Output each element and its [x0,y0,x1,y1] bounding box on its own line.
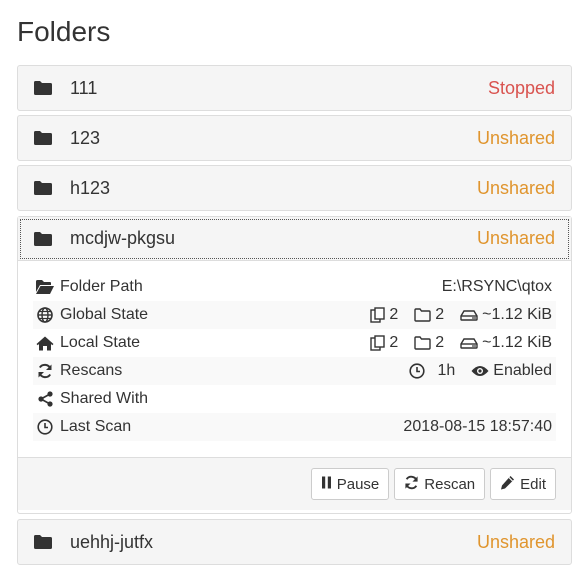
folder-status: Unshared [476,228,555,248]
folder-header[interactable]: 123 Unshared [18,116,571,160]
folder-item-h123[interactable]: h123 Unshared [17,165,572,211]
local-files-count: 2 [389,334,399,351]
detail-label: Last Scan [60,418,132,435]
global-size: ~1.12 KiB [482,306,552,323]
folder-icon [34,231,54,247]
global-files-count: 2 [389,306,399,323]
rescan-label: Rescan [424,475,476,493]
detail-row-rescans: Rescans 1h Enabled [33,357,556,385]
detail-label: Rescans [60,362,123,379]
folder-path-value: E:\RSYNC\qtox [441,278,552,295]
eye-icon [471,365,489,377]
global-dirs-count: 2 [435,306,445,323]
folder-header[interactable]: 111 Stopped [18,66,571,110]
folder-name: mcdjw-pkgsu [70,228,176,248]
pause-icon [321,476,332,493]
folder-actions: Pause Rescan Edit [18,457,571,510]
edit-button[interactable]: Edit [490,468,556,500]
local-size: ~1.12 KiB [482,334,552,351]
detail-label: Folder Path [60,278,143,295]
folder-details: Folder Path E:\RSYNC\qtox Global State 2 [18,261,571,441]
folder-name: 123 [70,127,101,148]
clock-icon [409,363,426,379]
folder-outline-icon [414,336,431,350]
detail-label: Shared With [60,390,149,407]
folder-icon [34,180,54,196]
folder-name: 111 [70,77,98,98]
pause-button[interactable]: Pause [310,468,390,500]
folder-status: Unshared [476,127,555,148]
files-icon [370,335,386,351]
folder-status: Unshared [476,531,555,552]
folder-name: uehhj-jutfx [70,531,154,552]
folder-item-mcdjw-pkgsu[interactable]: mcdjw-pkgsu Unshared Folder Path E:\RSYN… [17,216,572,514]
edit-label: Edit [520,475,546,493]
folder-outline-icon [414,308,431,322]
detail-row-folder-path: Folder Path E:\RSYNC\qtox [33,273,556,301]
files-icon [370,307,386,323]
pencil-icon [500,475,515,494]
watcher-status: Enabled [493,362,552,379]
page-title: Folders [17,16,111,47]
detail-label: Local State [60,334,141,351]
folder-status: Unshared [476,177,555,198]
folder-open-icon [36,279,54,295]
folder-item-123[interactable]: 123 Unshared [17,115,572,161]
rescan-interval: 1h [437,362,456,379]
refresh-icon [36,363,54,379]
folder-header[interactable]: mcdjw-pkgsu Unshared [18,217,571,261]
folder-item-uehhj-jutfx[interactable]: uehhj-jutfx Unshared [17,519,572,565]
folder-icon [34,534,54,550]
detail-label: Global State [60,306,149,323]
folder-icon [34,80,54,96]
detail-row-last-scan: Last Scan 2018-08-15 18:57:40 [33,413,556,441]
hdd-icon [460,309,478,321]
folder-item-111[interactable]: 111 Stopped [17,65,572,111]
detail-row-shared-with: Shared With [33,385,556,413]
rescan-button[interactable]: Rescan [394,468,486,500]
folder-header[interactable]: h123 Unshared [18,166,571,210]
folders-panel: Folders 111 Stopped 123 Unshared h123 Un… [0,0,585,575]
home-icon [36,335,54,351]
local-dirs-count: 2 [435,334,445,351]
folder-status: Stopped [487,77,555,98]
folder-header[interactable]: uehhj-jutfx Unshared [18,520,571,564]
pause-label: Pause [336,475,380,493]
globe-icon [36,307,54,323]
folder-name: h123 [70,177,111,198]
clock-icon [36,419,54,435]
detail-row-local-state: Local State 2 2 ~1.12 KiB [33,329,556,357]
refresh-icon [404,475,419,494]
share-icon [36,391,54,407]
folder-icon [34,130,54,146]
hdd-icon [460,337,478,349]
last-scan-value: 2018-08-15 18:57:40 [403,418,552,435]
detail-row-global-state: Global State 2 2 ~1.12 KiB [33,301,556,329]
